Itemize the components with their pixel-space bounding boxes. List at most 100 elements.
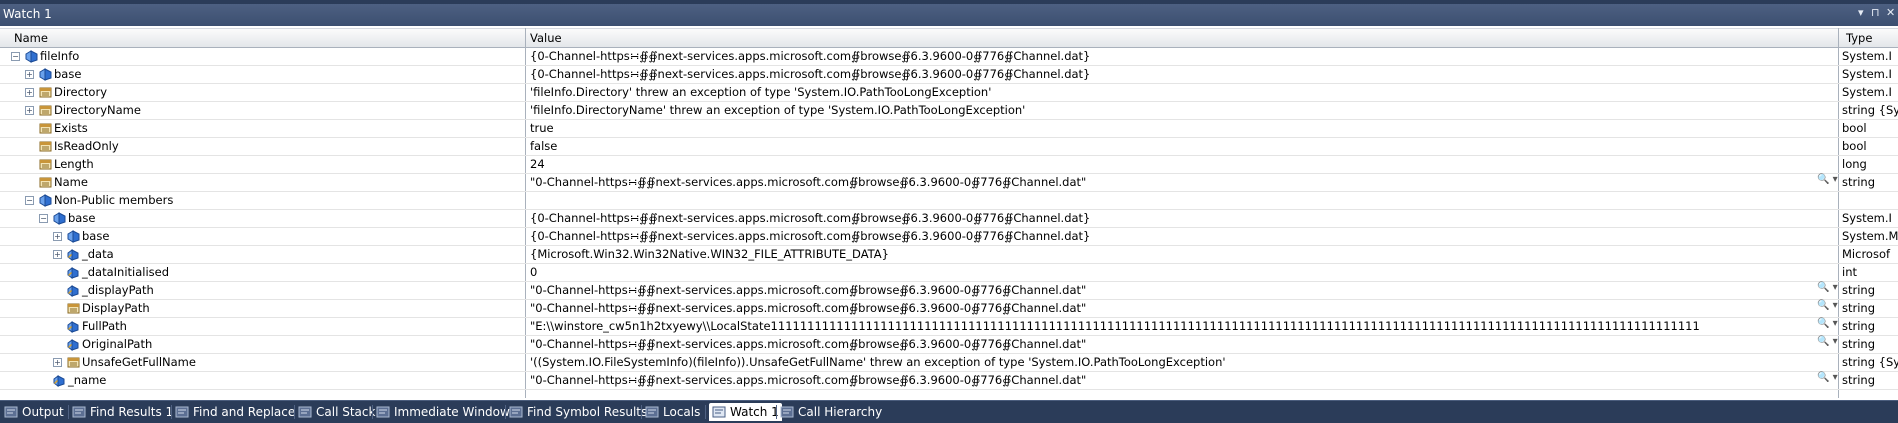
tab-watch-1[interactable]: Watch 1: [709, 403, 782, 421]
value-cell[interactable]: "0-Channel-https∺∯∯next-services.apps.mi…: [530, 372, 1833, 389]
collapse-icon[interactable]: −: [25, 196, 34, 205]
name-cell[interactable]: Name: [0, 174, 525, 191]
window-title-bar: Watch 1 ▾ ⊓ ✕: [0, 0, 1898, 26]
name-cell[interactable]: _displayPath: [0, 282, 525, 299]
name-cell[interactable]: OriginalPath: [0, 336, 525, 353]
watch-row[interactable]: DisplayPath "0-Channel-https∺∯∯next-servi…: [0, 300, 1898, 318]
name-cell[interactable]: _dataInitialised: [0, 264, 525, 281]
dropdown-icon[interactable]: ▾: [1858, 6, 1864, 19]
column-header-type[interactable]: Type: [1846, 31, 1872, 45]
watch-row[interactable]: Name "0-Channel-https∺∯∯next-services.app…: [0, 174, 1898, 192]
watch-row[interactable]: + base {0-Channel-https∺∯∯next-services.ap…: [0, 228, 1898, 246]
value-cell[interactable]: "0-Channel-https∺∯∯next-services.apps.mi…: [530, 336, 1833, 353]
tab-find-results-1[interactable]: Find Results 1: [72, 403, 173, 421]
tab-call-hierarchy[interactable]: Call Hierarchy: [780, 403, 882, 421]
value-cell[interactable]: 24: [530, 156, 1833, 173]
column-header-row: Name Value Type: [0, 28, 1898, 48]
type-cell: string: [1842, 175, 1876, 189]
expand-icon[interactable]: +: [25, 70, 34, 79]
expand-icon[interactable]: +: [53, 232, 62, 241]
watch-row[interactable]: _name "0-Channel-https∺∯∯next-services.ap…: [0, 372, 1898, 390]
watch-row[interactable]: + base {0-Channel-https∺∯∯next-services.ap…: [0, 66, 1898, 84]
column-header-name[interactable]: Name: [14, 31, 48, 45]
watch-row[interactable]: − fileInfo {0-Channel-https∺∯∯next-service…: [0, 48, 1898, 66]
text-visualizer-icon[interactable]: 🔍 ▾: [1817, 174, 1838, 185]
collapse-icon[interactable]: −: [11, 52, 20, 61]
value-cell[interactable]: {0-Channel-https∺∯∯next-services.apps.mi…: [530, 228, 1833, 245]
name-cell[interactable]: FullPath: [0, 318, 525, 335]
value-cell[interactable]: 0: [530, 264, 1833, 281]
value-cell[interactable]: "0-Channel-https∺∯∯next-services.apps.mi…: [530, 282, 1833, 299]
name-cell[interactable]: + Directory: [0, 84, 525, 101]
value-cell[interactable]: "0-Channel-https∺∯∯next-services.apps.mi…: [530, 174, 1833, 191]
text-visualizer-icon[interactable]: 🔍 ▾: [1817, 336, 1838, 347]
tab-separator: [641, 405, 642, 419]
expand-icon[interactable]: +: [53, 358, 62, 367]
tab-immediate-window[interactable]: Immediate Window: [376, 403, 510, 421]
value-cell[interactable]: [530, 192, 1833, 209]
output-icon: [4, 405, 18, 418]
value-cell[interactable]: {0-Channel-https∺∯∯next-services.apps.mi…: [530, 48, 1833, 65]
text-visualizer-icon[interactable]: 🔍 ▾: [1817, 318, 1838, 329]
pin-icon[interactable]: ⊓: [1871, 6, 1880, 19]
value-cell[interactable]: "0-Channel-https∺∯∯next-services.apps.mi…: [530, 300, 1833, 317]
value-cell[interactable]: 'fileInfo.Directory' threw an exception …: [530, 84, 1833, 101]
name-cell[interactable]: + DirectoryName: [0, 102, 525, 119]
watch-row[interactable]: OriginalPath "0-Channel-https∺∯∯next-serv…: [0, 336, 1898, 354]
collapse-icon[interactable]: −: [39, 214, 48, 223]
name-cell[interactable]: − fileInfo: [0, 48, 525, 65]
name-cell[interactable]: + UnsafeGetFullName: [0, 354, 525, 371]
text-visualizer-icon[interactable]: 🔍 ▾: [1817, 282, 1838, 293]
watch-row[interactable]: − Non-Public members: [0, 192, 1898, 210]
name-cell[interactable]: DisplayPath: [0, 300, 525, 317]
name-cell[interactable]: − base: [0, 210, 525, 227]
tab-locals[interactable]: Locals: [645, 403, 700, 421]
name-cell[interactable]: + _data: [0, 246, 525, 263]
tab-find-and-replace[interactable]: Find and Replace: [175, 403, 295, 421]
variable-name: Directory: [54, 85, 108, 99]
value-cell[interactable]: false: [530, 138, 1833, 155]
tab-call-stack[interactable]: Call Stack: [298, 403, 375, 421]
expand-icon[interactable]: +: [53, 250, 62, 259]
watch-row[interactable]: − base {0-Channel-https∺∯∯next-services.ap…: [0, 210, 1898, 228]
watch-row[interactable]: _dataInitialised 0 int: [0, 264, 1898, 282]
name-cell[interactable]: _name: [0, 372, 525, 389]
tab-label: Watch 1: [730, 405, 779, 419]
text-visualizer-icon[interactable]: 🔍 ▾: [1817, 372, 1838, 383]
watch-row[interactable]: FullPath "E:\\winstore_cw5n1h2txyewy\\Loc…: [0, 318, 1898, 336]
private-field-icon: [67, 320, 80, 333]
column-header-value[interactable]: Value: [530, 31, 562, 45]
variable-name: _data: [82, 247, 114, 261]
value-cell[interactable]: {Microsoft.Win32.Win32Native.WIN32_FILE_…: [530, 246, 1833, 263]
value-cell[interactable]: true: [530, 120, 1833, 137]
value-cell[interactable]: "E:\\winstore_cw5n1h2txyewy\\LocalState1…: [530, 318, 1833, 335]
tab-find-symbol-results[interactable]: Find Symbol Results: [509, 403, 647, 421]
watch-row[interactable]: IsReadOnly false bool: [0, 138, 1898, 156]
immediate-window-icon: [376, 405, 390, 418]
name-cell[interactable]: Exists: [0, 120, 525, 137]
watch-row[interactable]: _displayPath "0-Channel-https∺∯∯next-serv…: [0, 282, 1898, 300]
watch-row[interactable]: + _data {Microsoft.Win32.Win32Native.WIN32…: [0, 246, 1898, 264]
watch-row[interactable]: + UnsafeGetFullName '((System.IO.FileSyste…: [0, 354, 1898, 372]
watch-row[interactable]: Length 24 long: [0, 156, 1898, 174]
expand-icon[interactable]: +: [25, 88, 34, 97]
watch-row[interactable]: Exists true bool: [0, 120, 1898, 138]
tab-output[interactable]: Output: [4, 403, 64, 421]
tab-label: Find Results 1: [90, 405, 174, 419]
name-cell[interactable]: + base: [0, 228, 525, 245]
close-icon[interactable]: ✕: [1886, 6, 1895, 19]
type-cell: System.I: [1842, 211, 1892, 225]
value-cell[interactable]: '((System.IO.FileSystemInfo)(fileInfo)).…: [530, 354, 1833, 371]
text-visualizer-icon[interactable]: 🔍 ▾: [1817, 300, 1838, 311]
name-cell[interactable]: + base: [0, 66, 525, 83]
field-icon: [25, 50, 38, 63]
watch-row[interactable]: + DirectoryName 'fileInfo.DirectoryName' t…: [0, 102, 1898, 120]
watch-row[interactable]: + Directory 'fileInfo.Directory' threw an …: [0, 84, 1898, 102]
value-cell[interactable]: 'fileInfo.DirectoryName' threw an except…: [530, 102, 1833, 119]
value-cell[interactable]: {0-Channel-https∺∯∯next-services.apps.mi…: [530, 210, 1833, 227]
name-cell[interactable]: Length: [0, 156, 525, 173]
value-cell[interactable]: {0-Channel-https∺∯∯next-services.apps.mi…: [530, 66, 1833, 83]
name-cell[interactable]: IsReadOnly: [0, 138, 525, 155]
expand-icon[interactable]: +: [25, 106, 34, 115]
name-cell[interactable]: − Non-Public members: [0, 192, 525, 209]
